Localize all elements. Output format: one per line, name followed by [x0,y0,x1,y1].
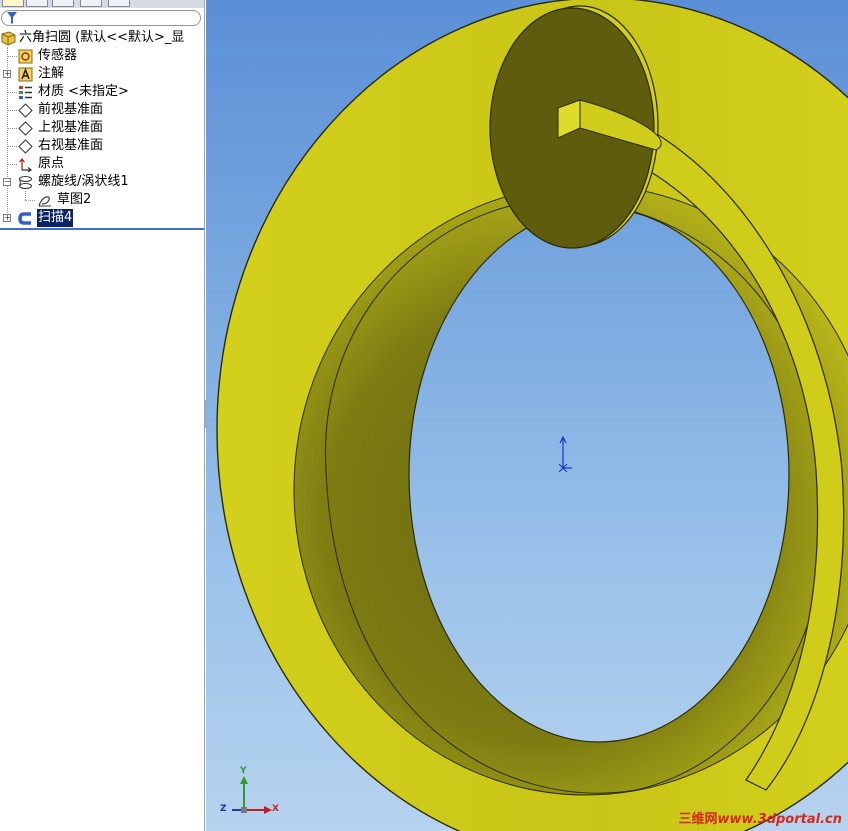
tree-item-material[interactable]: 材质 <未指定> [0,83,204,101]
tree-item-top-plane[interactable]: 上视基准面 [0,119,204,137]
tab-configuration-manager[interactable] [52,0,74,7]
tree-item-annotations[interactable]: + 注解 [0,65,204,83]
tree-branch [7,56,17,57]
triad-axes-icon [232,776,272,814]
material-icon [19,86,32,99]
triad-z-label: Z [220,804,227,814]
tree-item-label: 前视基准面 [38,102,104,117]
tree-item-label: 上视基准面 [38,120,104,135]
annotations-icon [18,67,33,82]
tree-branch [7,164,17,165]
tree-item-label: 注解 [38,66,65,81]
expand-toggle[interactable]: + [3,70,11,78]
tree-item-origin[interactable]: 原点 [0,155,204,173]
tree-root[interactable]: 六角扫圆 (默认<<默认>_显 [0,29,204,47]
tree-branch [7,128,17,129]
watermark-site: www.3dportal.cn [717,812,842,827]
part-icon [1,31,16,46]
tree-item-label: 扫描4 [37,209,74,227]
tab-feature-manager[interactable] [2,0,24,7]
tree-item-label: 传感器 [38,48,78,63]
tree-branch [25,200,35,201]
front-plane-icon [18,103,33,118]
graphics-area[interactable]: Y X Z 三维网www.3dportal.cn [206,0,848,831]
watermark: 三维网www.3dportal.cn [679,808,843,827]
tree-item-label: 材质 <未指定> [38,84,129,99]
filter-icon [7,12,17,24]
expand-toggle[interactable]: + [3,214,11,222]
tree-root-label: 六角扫圆 (默认<<默认>_显 [19,30,185,45]
triad-y-label: Y [240,766,247,776]
view-triad: Y X Z [216,766,286,824]
tree-item-label: 右视基准面 [38,138,104,153]
feature-manager-panel: 六角扫圆 (默认<<默认>_显 传感器 + 注解 材质 <未指定> 前视基准面 … [0,0,205,831]
sensors-icon [18,49,33,64]
tree-item-label: 原点 [38,156,65,171]
watermark-brand: 三维网 [678,812,718,827]
feature-filter-input[interactable] [1,10,201,26]
helix-icon [19,176,32,189]
tree-branch [7,110,17,111]
tree-branch [7,92,17,93]
triad-x-label: X [272,804,279,814]
tree-branch [7,146,17,147]
rollback-bar[interactable] [0,228,204,230]
tree-item-right-plane[interactable]: 右视基准面 [0,137,204,155]
part-model [216,0,848,831]
sweep-icon [18,212,31,225]
tree-item-sketch[interactable]: 草图2 [0,191,204,209]
tab-property-manager[interactable] [26,0,48,7]
tree-item-sensors[interactable]: 传感器 [0,47,204,65]
origin-icon [19,157,33,172]
tree-item-front-plane[interactable]: 前视基准面 [0,101,204,119]
sketch-icon [38,196,51,207]
top-plane-icon [18,121,33,136]
panel-tabs [0,0,204,8]
tab-display-manager[interactable] [108,0,130,7]
right-plane-icon [18,139,33,154]
tree-item-helix[interactable]: − 螺旋线/涡状线1 [0,173,204,191]
tree-item-label: 草图2 [57,192,92,207]
tree-child-guide [25,191,26,200]
tree-item-sweep[interactable]: + 扫描4 [0,209,204,227]
tab-dimxpert-manager[interactable] [80,0,102,7]
collapse-toggle[interactable]: − [3,178,11,186]
tree-item-label: 螺旋线/涡状线1 [38,174,129,189]
